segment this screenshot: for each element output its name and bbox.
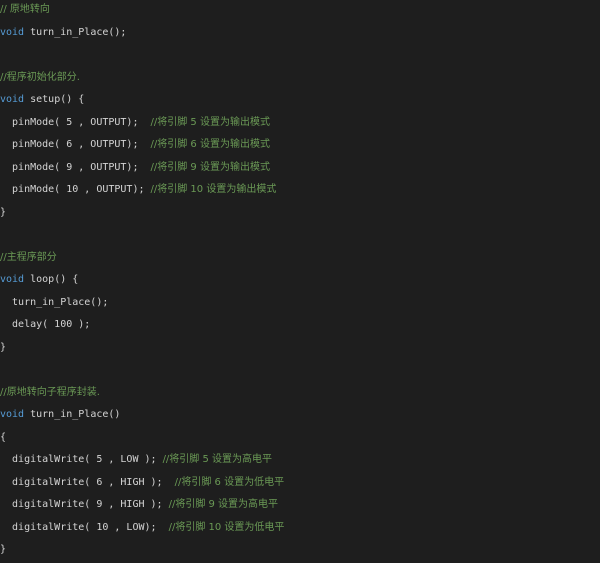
code-line: digitalWrite( 10 , LOW); //将引脚 10 设置为低电平 [0, 521, 600, 535]
code-line: digitalWrite( 6 , HIGH ); //将引脚 6 设置为低电平 [0, 476, 600, 490]
code-text: digitalWrite( 9 , HIGH ); [0, 499, 169, 510]
code-line: pinMode( 5 , OUTPUT); //将引脚 5 设置为输出模式 [0, 116, 600, 130]
code-comment: //将引脚 6 设置为低电平 [174, 476, 285, 488]
code-line: void turn_in_Place(); [0, 26, 600, 40]
code-text: pinMode( 9 , OUTPUT); [0, 161, 151, 173]
code-line: } [0, 341, 600, 355]
code-text: setup() { [24, 94, 85, 105]
code-line: pinMode( 10 , OUTPUT); //将引脚 10 设置为输出模式 [0, 183, 600, 197]
code-line: pinMode( 9 , OUTPUT); //将引脚 9 设置为输出模式 [0, 161, 600, 175]
code-text: delay( 100 ); [0, 319, 91, 330]
code-keyword: void [0, 94, 25, 105]
code-line: } [0, 543, 600, 557]
code-text: digitalWrite( 10 , LOW); [0, 521, 169, 533]
code-keyword: void [0, 26, 25, 38]
code-keyword: void [0, 409, 25, 420]
code-line: } [0, 206, 600, 220]
code-text: } [0, 206, 7, 218]
code-line: delay( 100 ); [0, 318, 600, 332]
code-line: { [0, 431, 600, 445]
code-line: digitalWrite( 9 , HIGH ); //将引脚 9 设置为高电平 [0, 498, 600, 512]
code-comment: //将引脚 5 设置为高电平 [162, 454, 273, 465]
code-text: { [0, 431, 7, 443]
code-comment: //将引脚 5 设置为输出模式 [150, 116, 270, 128]
code-text: loop() { [24, 274, 79, 285]
code-line: // 原地转向 [0, 3, 600, 17]
code-line: pinMode( 6 , OUTPUT); //将引脚 6 设置为输出模式 [0, 138, 600, 152]
code-line: //原地转向子程序封装. [0, 386, 600, 400]
code-text: } [0, 544, 7, 555]
code-comment: //原地转向子程序封装. [0, 386, 100, 398]
code-comment: //主程序部分 [0, 251, 57, 263]
code-line: turn_in_Place(); [0, 296, 600, 310]
code-line: digitalWrite( 5 , LOW ); //将引脚 5 设置为高电平 [0, 453, 600, 467]
code-comment: //将引脚 9 设置为高电平 [168, 499, 279, 510]
code-text: pinMode( 10 , OUTPUT); [0, 184, 151, 195]
code-comment: //程序初始化部分. [0, 71, 80, 83]
code-text: pinMode( 5 , OUTPUT); [0, 116, 151, 128]
code-text: pinMode( 6 , OUTPUT); [0, 139, 151, 150]
code-line: void turn_in_Place() [0, 408, 600, 422]
code-comment: //将引脚 10 设置为低电平 [168, 521, 285, 533]
code-line: //程序初始化部分. [0, 71, 600, 85]
code-comment: //将引脚 9 设置为输出模式 [150, 161, 270, 173]
code-editor[interactable]: // 原地转向 void turn_in_Place(); //程序初始化部分. vo… [0, 0, 600, 563]
code-comment: // 原地转向 [0, 4, 50, 15]
code-text: turn_in_Place() [24, 409, 121, 420]
code-comment: //将引脚 10 设置为输出模式 [150, 184, 277, 195]
code-text: turn_in_Place(); [0, 296, 109, 308]
code-line: //主程序部分 [0, 251, 600, 265]
code-text: digitalWrite( 6 , HIGH ); [0, 476, 175, 488]
code-keyword: void [0, 274, 25, 285]
code-text: digitalWrite( 5 , LOW ); [0, 454, 163, 465]
code-text: turn_in_Place(); [24, 26, 127, 38]
code-text: } [0, 341, 7, 353]
code-line: void loop() { [0, 273, 600, 287]
code-line: void setup() { [0, 93, 600, 107]
code-comment: //将引脚 6 设置为输出模式 [150, 139, 270, 150]
